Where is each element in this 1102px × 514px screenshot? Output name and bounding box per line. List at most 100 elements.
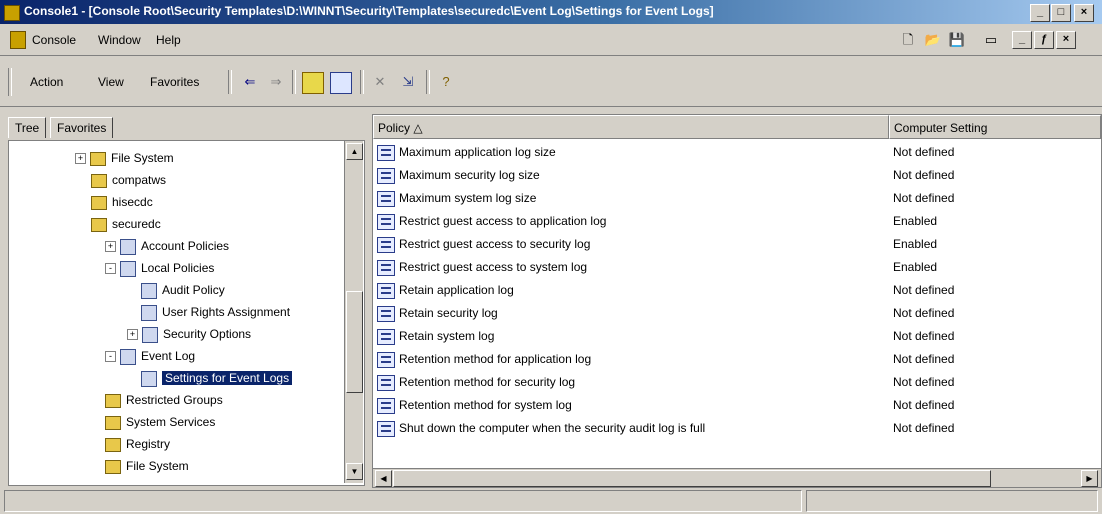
policy-cell: Retain application log — [377, 279, 514, 302]
policy-row[interactable]: Maximum system log size Not defined — [373, 187, 1101, 210]
open-folder-icon[interactable]: 📂 — [923, 30, 943, 50]
help-icon[interactable]: ? — [436, 72, 456, 92]
forward-arrow-icon[interactable]: ⇒ — [266, 72, 286, 92]
expand-icon[interactable]: + — [105, 241, 116, 253]
policy-row[interactable]: Retain system log Not defined — [373, 325, 1101, 348]
scroll-down-icon[interactable]: ▼ — [346, 463, 363, 480]
title-bar[interactable]: Console1 - [Console Root\Security Templa… — [0, 0, 1102, 24]
menu-help[interactable]: Help — [156, 33, 181, 47]
show-hide-tree-icon[interactable] — [330, 72, 352, 94]
tree-vertical-scrollbar[interactable]: ▲ ▼ — [344, 141, 363, 483]
tree-node[interactable]: compatws — [91, 169, 166, 191]
tree-node[interactable]: User Rights Assignment — [141, 301, 290, 323]
toolbar-separator — [228, 70, 232, 94]
policy-row[interactable]: Shut down the computer when the security… — [373, 417, 1101, 440]
policy-row[interactable]: Restrict guest access to security log Ena… — [373, 233, 1101, 256]
computer-setting-value: Not defined — [893, 375, 955, 389]
policy-row[interactable]: Maximum application log size Not defined — [373, 141, 1101, 164]
tab-tree[interactable]: Tree — [8, 117, 47, 138]
expand-icon[interactable]: + — [75, 153, 86, 165]
collapse-icon[interactable]: - — [105, 351, 116, 363]
computer-setting-value: Not defined — [893, 191, 955, 205]
tree-node[interactable]: + Security Options — [127, 323, 251, 345]
column-header-policy[interactable]: Policy △ — [373, 115, 889, 139]
tree-pane[interactable]: + File System compatws hisecdc securedc +… — [8, 140, 365, 486]
tree-node[interactable]: + Account Policies — [105, 235, 229, 257]
policy-cell: Restrict guest access to system log — [377, 256, 587, 279]
new-window-icon[interactable]: ▭ — [981, 30, 1001, 50]
policy-row[interactable]: Retention method for security log Not def… — [373, 371, 1101, 394]
scroll-thumb[interactable] — [393, 470, 991, 487]
folder-icon — [105, 437, 121, 452]
computer-setting-value: Not defined — [893, 306, 955, 320]
policy-list: Policy △ Computer Setting Maximum applic… — [372, 114, 1102, 488]
policy-name: Retain system log — [399, 329, 495, 343]
computer-setting-value: Enabled — [893, 237, 938, 251]
tree-node[interactable]: System Services — [105, 411, 215, 433]
policy-row[interactable]: Retention method for system log Not defin… — [373, 394, 1101, 417]
tree-node[interactable]: Restricted Groups — [105, 389, 223, 411]
computer-setting-value: Not defined — [893, 421, 955, 435]
policy-setting-icon — [377, 213, 395, 230]
menu-window[interactable]: Window — [98, 33, 141, 47]
menu-favorites[interactable]: Favorites — [150, 75, 199, 89]
column-header-label: Policy — [378, 121, 411, 135]
export-list-icon[interactable]: ⇲ — [398, 72, 418, 92]
sort-ascending-icon: △ — [413, 121, 423, 135]
policy-setting-icon — [377, 282, 395, 299]
new-console-icon[interactable]: 🗋 — [898, 30, 918, 50]
tree-node[interactable]: Registry — [105, 433, 170, 455]
policy-row[interactable]: Retain security log Not defined — [373, 302, 1101, 325]
menu-console[interactable]: Console — [32, 33, 76, 47]
toolbar-separator — [360, 70, 364, 94]
computer-setting-value: Not defined — [893, 352, 955, 366]
mdi-minimize-button[interactable]: _ — [1012, 31, 1032, 49]
tree-node[interactable]: File System — [105, 455, 189, 477]
list-horizontal-scrollbar[interactable]: ◀ ▶ — [373, 468, 1101, 487]
scroll-right-icon[interactable]: ▶ — [1081, 470, 1098, 487]
policy-icon — [120, 348, 136, 365]
tree-node-label: Settings for Event Logs — [162, 371, 293, 385]
status-panel — [806, 490, 1098, 512]
policy-row[interactable]: Retain application log Not defined — [373, 279, 1101, 302]
policy-cell: Retention method for security log — [377, 371, 575, 394]
collapse-icon[interactable]: - — [105, 263, 116, 275]
up-one-level-icon[interactable] — [302, 72, 324, 94]
mdi-close-button[interactable]: × — [1056, 31, 1076, 49]
scroll-thumb[interactable] — [346, 291, 363, 393]
tree-node[interactable]: hisecdc — [91, 191, 153, 213]
scroll-up-icon[interactable]: ▲ — [346, 143, 363, 160]
policy-cell: Retain security log — [377, 302, 498, 325]
tree-node[interactable]: Audit Policy — [141, 279, 225, 301]
computer-setting-value: Not defined — [893, 145, 955, 159]
maximize-button[interactable]: □ — [1051, 4, 1071, 22]
policy-cell: Retention method for system log — [377, 394, 572, 417]
minimize-button[interactable]: _ — [1030, 4, 1050, 22]
policy-name: Maximum system log size — [399, 191, 537, 205]
policy-setting-icon — [377, 259, 395, 276]
tree-node[interactable]: securedc — [91, 213, 161, 235]
menu-view[interactable]: View — [98, 75, 124, 89]
policy-row[interactable]: Retention method for application log Not … — [373, 348, 1101, 371]
delete-icon[interactable]: ✕ — [370, 72, 390, 92]
tree-node-selected[interactable]: Settings for Event Logs — [141, 367, 293, 389]
policy-name: Retain application log — [399, 283, 514, 297]
computer-setting-value: Not defined — [893, 283, 955, 297]
column-header-computer-setting[interactable]: Computer Setting — [889, 115, 1101, 139]
menu-action[interactable]: Action — [30, 75, 63, 89]
policy-row[interactable]: Maximum security log size Not defined — [373, 164, 1101, 187]
tree-node[interactable]: - Event Log — [105, 345, 195, 367]
tree-node[interactable]: + File System — [75, 147, 174, 169]
policy-row[interactable]: Restrict guest access to system log Enabl… — [373, 256, 1101, 279]
close-button[interactable]: × — [1074, 4, 1094, 22]
mdi-restore-button[interactable]: ƒ — [1034, 31, 1054, 49]
save-icon[interactable]: 💾 — [947, 30, 967, 50]
policy-name: Restrict guest access to security log — [399, 237, 591, 251]
policy-row[interactable]: Restrict guest access to application log… — [373, 210, 1101, 233]
back-arrow-icon[interactable]: ⇐ — [240, 72, 260, 92]
tab-favorites[interactable]: Favorites — [50, 117, 114, 138]
policy-cell: Shut down the computer when the security… — [377, 417, 705, 440]
scroll-left-icon[interactable]: ◀ — [375, 470, 392, 487]
tree-node[interactable]: - Local Policies — [105, 257, 214, 279]
expand-icon[interactable]: + — [127, 329, 138, 341]
